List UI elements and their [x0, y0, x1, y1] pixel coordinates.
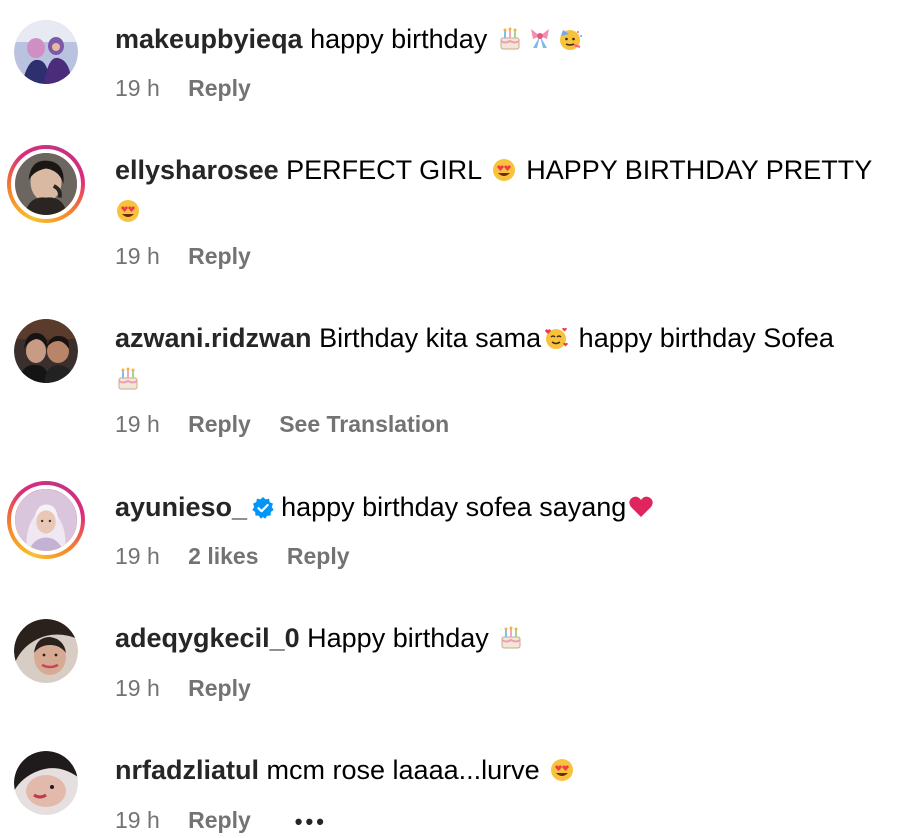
cake-emoji	[498, 624, 524, 661]
party-face-emoji	[557, 25, 583, 62]
avatar-image	[14, 319, 78, 383]
avatar-image	[14, 20, 78, 84]
see-translation-button[interactable]: See Translation	[279, 410, 449, 438]
avatar[interactable]	[7, 481, 85, 559]
comment-username[interactable]: adeqygkecil_0	[115, 623, 300, 653]
heart-eyes-emoji	[115, 197, 141, 234]
comment-username[interactable]: azwani.ridzwan	[115, 323, 312, 353]
reply-button[interactable]: Reply	[188, 674, 251, 702]
comment-text: happy birthday sofea sayang	[281, 492, 627, 522]
verified-badge-icon	[251, 493, 275, 530]
avatar[interactable]	[14, 319, 78, 383]
comment-time[interactable]: 19 h	[115, 674, 160, 702]
comment-meta: 19 h 2 likes Reply	[115, 542, 372, 570]
reply-button[interactable]: Reply	[188, 410, 251, 438]
reply-button[interactable]: Reply	[188, 242, 251, 270]
avatar-image	[14, 619, 78, 683]
avatar-image	[15, 489, 77, 551]
reply-button[interactable]: Reply	[188, 74, 251, 102]
comment-text: Birthday kita sama	[319, 323, 542, 353]
comment-text: Happy birthday	[307, 623, 489, 653]
avatar-image	[14, 751, 78, 815]
avatar-story-ring	[11, 485, 81, 555]
avatar[interactable]	[14, 751, 78, 815]
comment-time[interactable]: 19 h	[115, 542, 160, 570]
comment-body: ellysharosee PERFECT GIRL HAPPY BIRTHDAY…	[115, 152, 888, 234]
comment-body: azwani.ridzwan Birthday kita sama happy …	[115, 320, 888, 402]
comment-body: nrfadzliatul mcm rose laaaa...lurve	[115, 752, 888, 793]
comment-meta: 19 h Reply	[115, 74, 273, 102]
avatar[interactable]	[7, 145, 85, 223]
comment-text: PERFECT GIRL	[286, 155, 482, 185]
comment-body: ayunieso_ happy birthday sofea sayang	[115, 489, 888, 530]
avatar[interactable]	[14, 619, 78, 683]
cake-emoji	[497, 25, 523, 62]
comment-username[interactable]: nrfadzliatul	[115, 755, 259, 785]
ribbon-gift-emoji	[527, 25, 553, 62]
avatar[interactable]	[14, 20, 78, 84]
avatar-story-ring	[11, 149, 81, 219]
comment-time[interactable]: 19 h	[115, 74, 160, 102]
reply-button[interactable]: Reply	[188, 806, 251, 834]
heart-eyes-emoji	[549, 756, 575, 793]
comment-text-continued: HAPPY BIRTHDAY PRETTY	[526, 155, 873, 185]
comment-username[interactable]: makeupbyieqa	[115, 24, 303, 54]
comment-meta: 19 h Reply •••	[115, 806, 349, 836]
comment-username[interactable]: ellysharosee	[115, 155, 279, 185]
likes-count-link[interactable]: 2 likes	[188, 542, 258, 570]
comment-time[interactable]: 19 h	[115, 410, 160, 438]
comment-time[interactable]: 19 h	[115, 242, 160, 270]
comment-body: makeupbyieqa happy birthday	[115, 21, 888, 62]
cake-emoji	[115, 365, 141, 402]
comment-time[interactable]: 19 h	[115, 806, 160, 834]
comment-meta: 19 h Reply	[115, 242, 273, 270]
smiling-hearts-emoji	[543, 324, 569, 361]
comment-meta: 19 h Reply	[115, 674, 273, 702]
comment-text-continued: happy birthday Sofea	[578, 323, 834, 353]
reply-button[interactable]: Reply	[287, 542, 350, 570]
comment-text: mcm rose laaaa...lurve	[266, 755, 540, 785]
avatar-image	[15, 153, 77, 215]
red-heart-emoji	[628, 493, 654, 530]
comment-username[interactable]: ayunieso_	[115, 492, 247, 522]
comment-text: happy birthday	[310, 24, 488, 54]
more-options-icon[interactable]: •••	[295, 808, 327, 836]
comment-body: adeqygkecil_0 Happy birthday	[115, 620, 888, 661]
heart-eyes-emoji	[491, 156, 517, 193]
comment-meta: 19 h Reply See Translation	[115, 410, 471, 438]
